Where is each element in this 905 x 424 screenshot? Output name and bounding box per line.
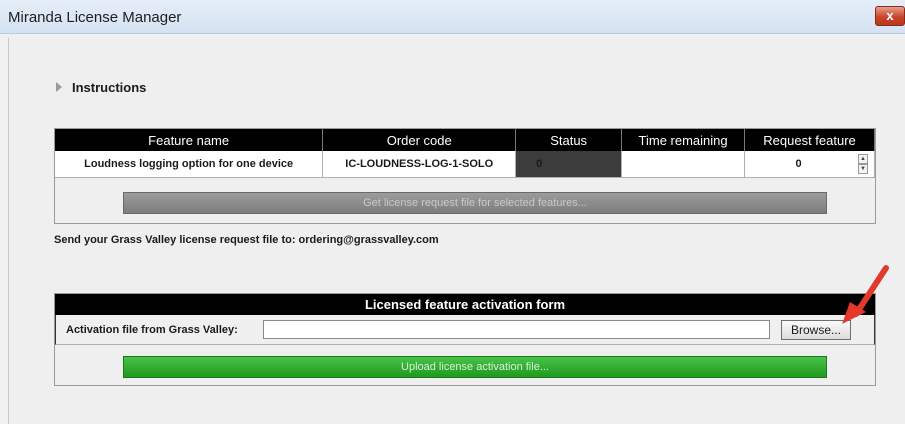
request-feature-cell[interactable]: 0 ▲ ▼ xyxy=(744,151,875,178)
request-feature-spinner[interactable]: 0 ▲ ▼ xyxy=(745,151,874,177)
activation-form-panel: Licensed feature activation form Activat… xyxy=(54,293,876,386)
annotation-arrow-icon xyxy=(842,265,889,324)
time-remaining-cell xyxy=(621,151,746,178)
feature-name-cell: Loudness logging option for one device xyxy=(55,151,324,178)
activation-file-row: Activation file from Grass Valley: Brows… xyxy=(55,315,875,345)
features-table: Feature name Order code Status Time rema… xyxy=(55,129,875,178)
column-header-order-code: Order code xyxy=(322,129,517,151)
spinner-up-icon[interactable]: ▲ xyxy=(858,154,868,164)
window-title: Miranda License Manager xyxy=(8,9,182,26)
table-row[interactable]: Loudness logging option for one device I… xyxy=(55,151,875,178)
column-header-request-feature: Request feature xyxy=(744,129,875,151)
get-license-request-button[interactable]: Get license request file for selected fe… xyxy=(123,192,827,214)
content-area: Instructions Feature name Order code Sta… xyxy=(8,38,905,424)
feature-request-panel: Feature name Order code Status Time rema… xyxy=(54,128,876,224)
request-feature-value: 0 xyxy=(795,158,802,170)
license-manager-window: Miranda License Manager x Instructions F… xyxy=(0,0,905,424)
order-code-cell: IC-LOUDNESS-LOG-1-SOLO xyxy=(322,151,517,178)
status-cell: 0 xyxy=(515,151,623,178)
send-request-instruction: Send your Grass Valley license request f… xyxy=(54,234,439,246)
close-icon: x xyxy=(886,8,894,23)
column-header-status: Status xyxy=(515,129,623,151)
expand-arrow-icon xyxy=(56,82,62,92)
close-button[interactable]: x xyxy=(875,6,905,26)
activation-form-header: Licensed feature activation form xyxy=(55,294,875,315)
title-bar: Miranda License Manager x xyxy=(0,0,905,34)
spinner-down-icon[interactable]: ▼ xyxy=(858,164,868,174)
instructions-toggle[interactable]: Instructions xyxy=(56,78,146,96)
column-header-feature-name: Feature name xyxy=(55,129,324,151)
activation-file-input[interactable] xyxy=(263,320,770,339)
table-header-row: Feature name Order code Status Time rema… xyxy=(55,129,875,151)
column-header-time-remaining: Time remaining xyxy=(621,129,746,151)
instructions-label: Instructions xyxy=(72,79,147,95)
activation-file-label: Activation file from Grass Valley: xyxy=(66,324,238,336)
upload-activation-button[interactable]: Upload license activation file... xyxy=(123,356,827,378)
